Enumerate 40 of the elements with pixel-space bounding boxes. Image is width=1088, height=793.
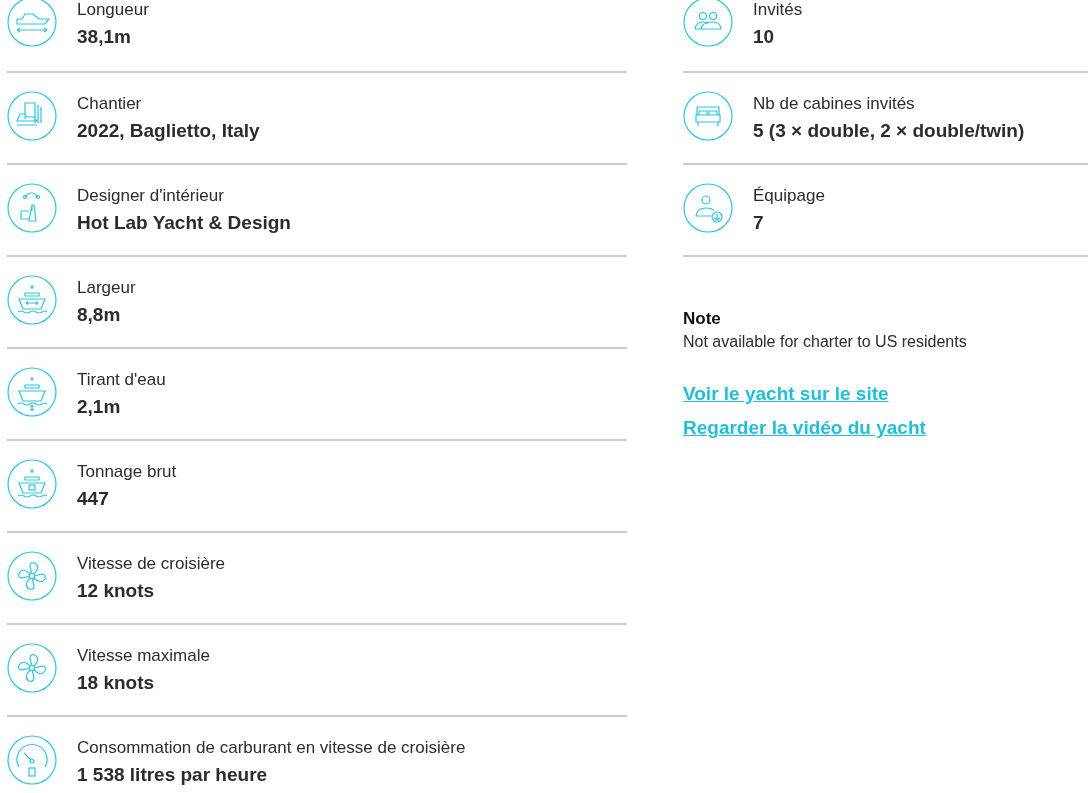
spec-label: Longueur: [77, 0, 149, 21]
spec-value: 5 (3 × double, 2 × double/twin): [753, 119, 1025, 143]
crew-anchor-icon: [683, 183, 733, 233]
propeller-icon: [7, 643, 57, 693]
spec-value: 7: [753, 211, 765, 235]
spec-value: 8,8m: [77, 303, 122, 327]
spec-value: Hot Lab Yacht & Design: [77, 211, 291, 235]
spec-value: 12 knots: [77, 579, 156, 603]
ship-beam-icon: [7, 275, 57, 325]
shipyard-icon: [7, 91, 57, 141]
spec-label: Équipage: [753, 185, 825, 207]
spec-value: 2022, Baglietto, Italy: [77, 119, 260, 143]
spec-label: Largeur: [77, 277, 136, 299]
yacht-link[interactable]: Voir le yacht sur le site: [683, 383, 889, 405]
spec-value: 38,1m: [77, 25, 132, 49]
yacht-link[interactable]: Regarder la vidéo du yacht: [683, 417, 926, 439]
spec-value: 1 538 litres par heure: [77, 763, 269, 787]
propeller-icon: [7, 551, 57, 601]
spec-label: Consommation de carburant en vitesse de croisière: [77, 737, 466, 759]
spec-label: Tirant d'eau: [77, 369, 166, 391]
fuel-gauge-icon: [7, 735, 57, 785]
guests-icon: [683, 0, 733, 47]
spec-label: Vitesse maximale: [77, 645, 210, 667]
spec-label: Designer d'intérieur: [77, 185, 225, 207]
ship-tonnage-icon: [7, 459, 57, 509]
yacht-length-icon: [7, 0, 57, 47]
bed-icon: [683, 91, 733, 141]
spec-value: 447: [77, 487, 110, 511]
spec-label: Vitesse de croisière: [77, 553, 226, 575]
spec-label: Invités: [753, 0, 803, 21]
spec-label: Tonnage brut: [77, 461, 177, 483]
designer-pen-icon: [7, 183, 57, 233]
note-text: Not available for charter to US residents: [683, 333, 968, 351]
ship-draft-icon: [7, 367, 57, 417]
spec-label: Chantier: [77, 93, 143, 115]
spec-label: Nb de cabines invités: [753, 93, 916, 115]
spec-value: 2,1m: [77, 395, 122, 419]
note-title: Note: [683, 309, 722, 329]
spec-value: 10: [753, 25, 776, 49]
spec-value: 18 knots: [77, 671, 156, 695]
